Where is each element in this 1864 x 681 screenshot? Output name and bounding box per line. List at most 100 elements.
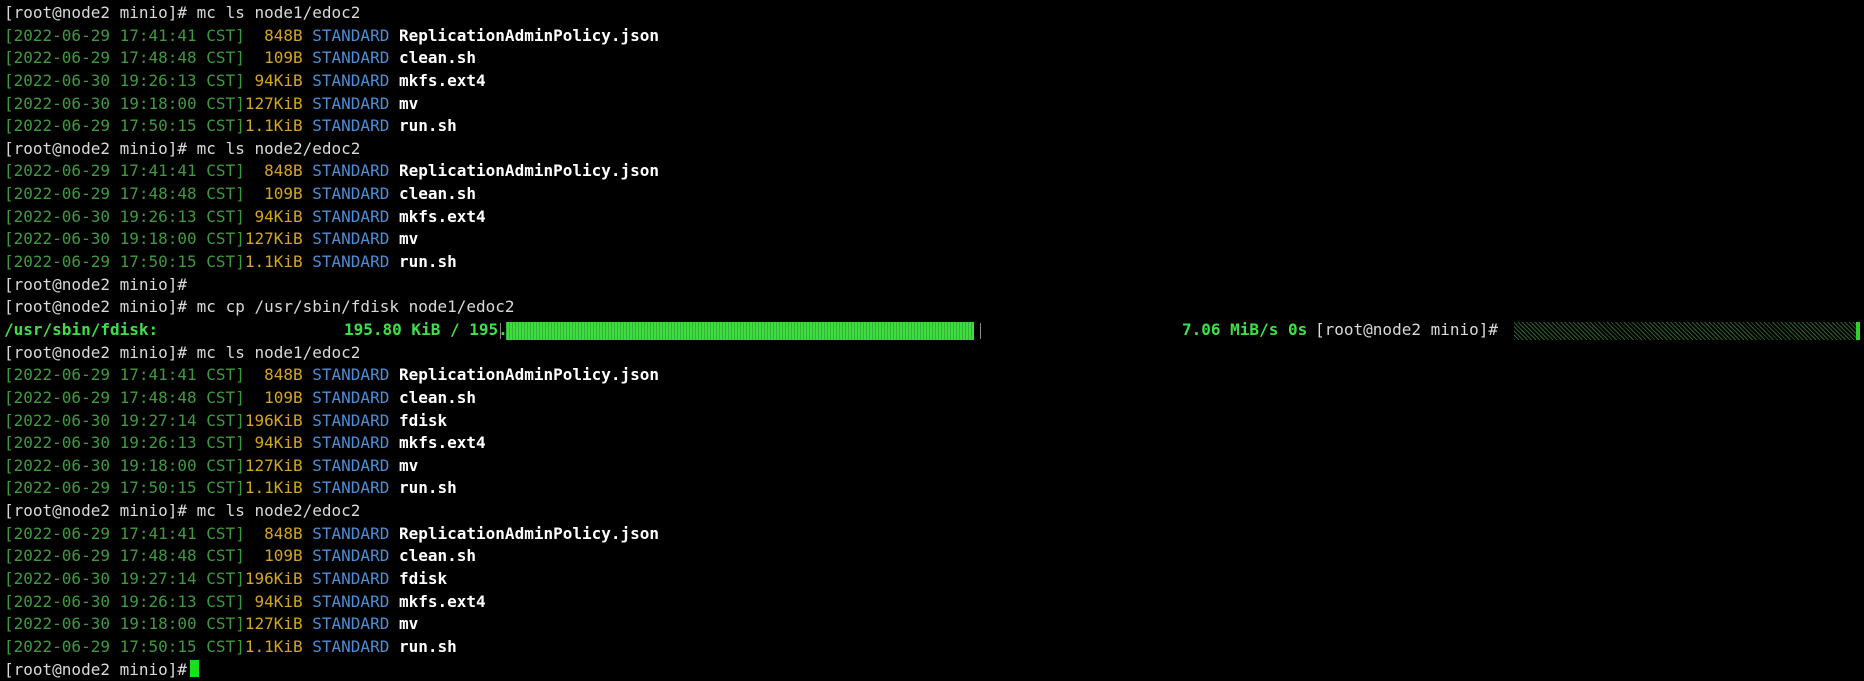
file-size: 127KiB — [244, 93, 303, 113]
file-entry: [2022-06-29 17:50:15 CST]1.1KiB STANDARD… — [4, 636, 1860, 659]
storage-class: STANDARD — [312, 161, 390, 181]
file-entry: [2022-06-30 19:27:14 CST]196KiB STANDARD… — [4, 568, 1860, 591]
storage-class: STANDARD — [312, 25, 390, 45]
file-entry: [2022-06-29 17:50:15 CST]1.1KiB STANDARD… — [4, 115, 1860, 138]
command-line: [root@node2 minio]# mc ls node1/edoc2 — [4, 2, 1860, 25]
file-name: fdisk — [398, 410, 448, 430]
file-timestamp: [2022-06-30 19:26:13 CST] — [4, 206, 245, 226]
file-timestamp: [2022-06-30 19:18:00 CST] — [4, 614, 245, 634]
shell-prompt: [root@node2 minio]# — [4, 274, 188, 294]
command-line: [root@node2 minio]# — [4, 274, 1860, 297]
file-entry: [2022-06-30 19:18:00 CST]127KiB STANDARD… — [4, 455, 1860, 478]
file-entry: [2022-06-29 17:48:48 CST] 109B STANDARD c… — [4, 47, 1860, 70]
file-entry: [2022-06-30 19:18:00 CST]127KiB STANDARD… — [4, 613, 1860, 636]
file-name: mkfs.ext4 — [398, 70, 486, 90]
command-text: mc ls node1/edoc2 — [196, 3, 361, 22]
file-entry: [2022-06-29 17:41:41 CST] 848B STANDARD R… — [4, 364, 1860, 387]
file-name: clean.sh — [398, 387, 477, 407]
command-text: mc ls node1/edoc2 — [196, 342, 361, 362]
command-text: mc ls node2/edoc2 — [196, 138, 361, 158]
file-timestamp: [2022-06-29 17:50:15 CST] — [4, 116, 245, 136]
storage-class: STANDARD — [312, 569, 390, 589]
storage-class: STANDARD — [312, 591, 390, 611]
storage-class: STANDARD — [312, 184, 390, 204]
file-name: run.sh — [398, 478, 457, 498]
file-name: mv — [398, 614, 419, 634]
file-name: mv — [398, 93, 419, 113]
file-name: clean.sh — [398, 546, 477, 566]
file-entry: [2022-06-29 17:50:15 CST]1.1KiB STANDARD… — [4, 477, 1860, 500]
file-size: 109B — [264, 48, 303, 68]
file-entry: [2022-06-29 17:41:41 CST] 848B STANDARD R… — [4, 160, 1860, 183]
shell-prompt: [root@node2 minio]# — [4, 501, 188, 521]
file-name: clean.sh — [398, 48, 477, 68]
file-entry: [2022-06-29 17:48:48 CST] 109B STANDARD c… — [4, 183, 1860, 206]
file-entry: [2022-06-29 17:50:15 CST]1.1KiB STANDARD… — [4, 251, 1860, 274]
file-size: 1.1KiB — [244, 478, 303, 498]
file-name: ReplicationAdminPolicy.json — [398, 161, 660, 181]
file-name: run.sh — [398, 636, 457, 656]
file-name: mv — [398, 229, 419, 249]
file-size: 127KiB — [244, 229, 303, 249]
file-timestamp: [2022-06-29 17:41:41 CST] — [4, 161, 245, 181]
file-timestamp: [2022-06-30 19:18:00 CST] — [4, 455, 245, 475]
file-timestamp: [2022-06-29 17:48:48 CST] — [4, 387, 245, 407]
copy-progress-line: /usr/sbin/fdisk: 195.80 KiB / 195.80 KiB 7… — [4, 319, 1860, 342]
file-name: mv — [398, 455, 419, 475]
file-timestamp: [2022-06-29 17:48:48 CST] — [4, 48, 245, 68]
file-timestamp: [2022-06-30 19:26:13 CST] — [4, 591, 245, 611]
shell-prompt: [root@node2 minio]# — [4, 342, 188, 362]
file-timestamp: [2022-06-30 19:26:13 CST] — [4, 70, 245, 90]
shell-prompt: [root@node2 minio]# — [4, 659, 188, 679]
file-entry: [2022-06-29 17:48:48 CST] 109B STANDARD c… — [4, 387, 1860, 410]
command-text: mc cp /usr/sbin/fdisk node1/edoc2 — [196, 297, 515, 317]
shell-prompt: [root@node2 minio]# — [4, 138, 188, 158]
file-timestamp: [2022-06-30 19:26:13 CST] — [4, 433, 245, 453]
file-name: run.sh — [398, 252, 457, 272]
file-timestamp: [2022-06-29 17:41:41 CST] — [4, 365, 245, 385]
file-name: mkfs.ext4 — [398, 591, 486, 611]
active-prompt-line: [root@node2 minio]# — [4, 659, 1860, 681]
file-name: mkfs.ext4 — [398, 433, 486, 453]
storage-class: STANDARD — [312, 636, 390, 656]
command-line: [root@node2 minio]# mc ls node2/edoc2 — [4, 138, 1860, 161]
file-size: 1.1KiB — [244, 252, 303, 272]
file-entry: [2022-06-29 17:41:41 CST] 848B STANDARD R… — [4, 25, 1860, 48]
file-entry: [2022-06-30 19:26:13 CST] 94KiB STANDARD … — [4, 70, 1860, 93]
file-name: mkfs.ext4 — [398, 206, 486, 226]
storage-class: STANDARD — [312, 410, 390, 430]
file-size: 127KiB — [244, 455, 303, 475]
file-timestamp: [2022-06-29 17:41:41 CST] — [4, 523, 245, 543]
file-timestamp: [2022-06-29 17:50:15 CST] — [4, 478, 245, 498]
storage-class: STANDARD — [312, 433, 390, 453]
storage-class: STANDARD — [312, 116, 390, 136]
terminal-window[interactable]: [root@node2 minio]# mc ls node1/edoc2 [20… — [4, 2, 1860, 681]
shell-prompt: [root@node2 minio]# — [4, 3, 188, 22]
progress-bar-fill — [506, 321, 974, 340]
file-name: ReplicationAdminPolicy.json — [398, 365, 660, 385]
file-size: 109B — [264, 184, 303, 204]
file-name: run.sh — [398, 116, 457, 136]
storage-class: STANDARD — [312, 387, 390, 407]
text-cursor[interactable] — [190, 659, 200, 677]
command-text: mc ls node2/edoc2 — [196, 501, 361, 521]
storage-class: STANDARD — [312, 478, 390, 498]
file-size: 109B — [264, 546, 303, 566]
file-size: 848B — [264, 25, 303, 45]
command-line: [root@node2 minio]# mc ls node1/edoc2 — [4, 342, 1860, 365]
progress-speed: 7.06 MiB/s 0s — [1182, 319, 1308, 339]
storage-class: STANDARD — [312, 523, 390, 543]
file-timestamp: [2022-06-29 17:48:48 CST] — [4, 184, 245, 204]
storage-class: STANDARD — [312, 206, 390, 226]
storage-class: STANDARD — [312, 48, 390, 68]
file-timestamp: [2022-06-30 19:27:14 CST] — [4, 410, 245, 430]
file-timestamp: [2022-06-29 17:50:15 CST] — [4, 252, 245, 272]
file-entry: [2022-06-30 19:18:00 CST]127KiB STANDARD… — [4, 93, 1860, 116]
file-entry: [2022-06-30 19:18:00 CST]127KiB STANDARD… — [4, 228, 1860, 251]
storage-class: STANDARD — [312, 70, 390, 90]
progress-bar-ghost — [1514, 321, 1858, 340]
file-entry: [2022-06-29 17:41:41 CST] 848B STANDARD R… — [4, 523, 1860, 546]
file-name: ReplicationAdminPolicy.json — [398, 523, 660, 543]
file-size: 94KiB — [254, 591, 303, 611]
file-size: 127KiB — [244, 614, 303, 634]
